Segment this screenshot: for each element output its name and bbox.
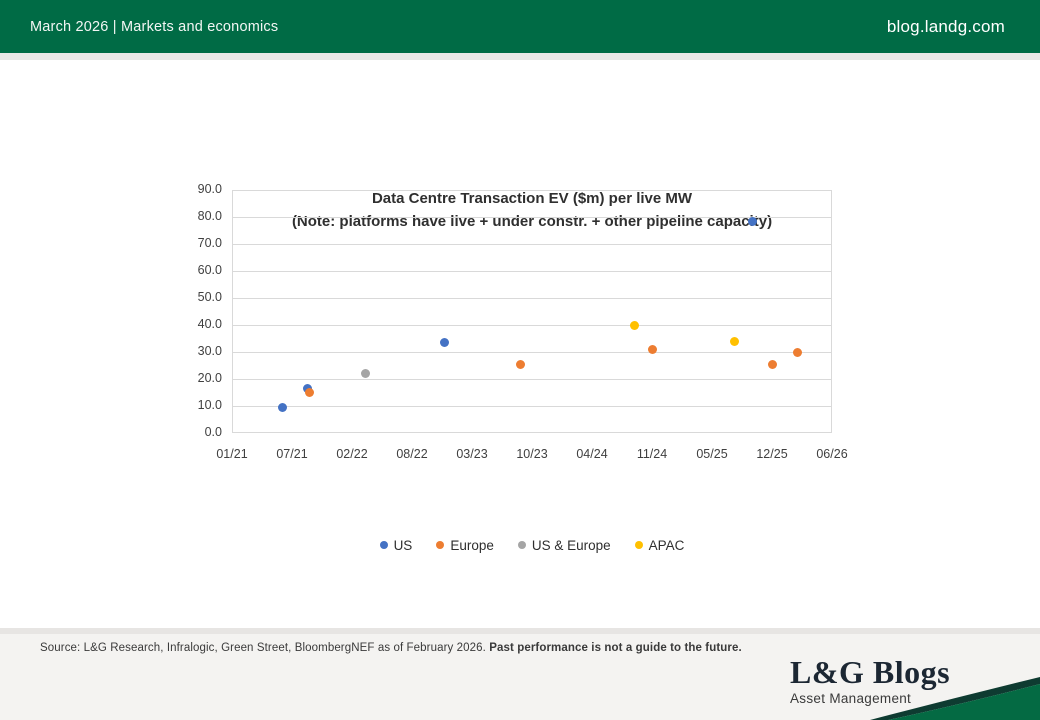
gridline bbox=[232, 325, 832, 326]
header-blog-url: blog.landg.com bbox=[886, 16, 1005, 36]
data-point-europe bbox=[767, 359, 777, 369]
x-axis-tick-label: 02/22 bbox=[336, 447, 368, 461]
data-point-us bbox=[277, 402, 287, 412]
data-point-europe bbox=[647, 344, 657, 354]
x-axis-tick-label: 08/22 bbox=[396, 447, 428, 461]
x-axis-tick-label: 04/24 bbox=[576, 447, 608, 461]
data-point-us-europe bbox=[360, 369, 370, 379]
x-axis-tick-label: 06/26 bbox=[816, 447, 848, 461]
legend-marker-us bbox=[379, 541, 388, 549]
chart-legend: US Europe US & Europe APAC bbox=[232, 536, 832, 554]
x-axis-tick-label: 03/23 bbox=[456, 447, 488, 461]
header-edition-label: March 2026 | Markets and economics bbox=[30, 18, 279, 35]
footer-bar: Source: L&G Research, Infralogic, Green … bbox=[0, 628, 1040, 720]
x-axis-tick-label: 12/25 bbox=[756, 447, 788, 461]
header-divider bbox=[0, 53, 1040, 60]
legend-marker-europe bbox=[436, 541, 445, 549]
y-axis-tick-label: 20.0 bbox=[197, 371, 222, 385]
legend-label-apac: APAC bbox=[648, 537, 685, 553]
data-point-europe bbox=[792, 347, 802, 357]
legend-marker-apac bbox=[634, 541, 643, 549]
gridline bbox=[232, 406, 832, 407]
plot-frame bbox=[232, 190, 832, 433]
x-axis-tick-label: 10/23 bbox=[516, 447, 548, 461]
data-point-europe bbox=[304, 388, 314, 397]
x-axis-tick-label: 01/21 bbox=[216, 447, 248, 461]
source-text: Source: L&G Research, Infralogic, Green … bbox=[40, 642, 490, 654]
gridline bbox=[232, 244, 832, 245]
legend-item-europe: Europe bbox=[436, 538, 494, 553]
legend-label-us-europe: US & Europe bbox=[531, 537, 611, 553]
gridline bbox=[232, 352, 832, 353]
y-axis-tick-label: 70.0 bbox=[197, 236, 222, 250]
data-point-us bbox=[747, 216, 757, 226]
legend-item-apac: APAC bbox=[634, 537, 685, 553]
y-axis-tick-label: 0.0 bbox=[204, 425, 222, 439]
chart-region: Data Centre Transaction EV ($m) per live… bbox=[0, 60, 1040, 630]
legend-item-us: US bbox=[379, 537, 413, 553]
source-line: Source: L&G Research, Infralogic, Green … bbox=[40, 642, 742, 654]
y-axis-tick-label: 60.0 bbox=[197, 263, 222, 277]
x-axis-tick-label: 07/21 bbox=[276, 447, 308, 461]
legend-label-us: US bbox=[393, 537, 413, 553]
y-axis-tick-label: 10.0 bbox=[197, 398, 222, 412]
green-corner-swoosh bbox=[870, 677, 1040, 720]
x-axis-tick-label: 11/24 bbox=[636, 447, 668, 461]
y-axis-tick-label: 30.0 bbox=[197, 344, 222, 358]
x-axis-tick-label: 05/25 bbox=[696, 447, 728, 461]
data-point-europe bbox=[516, 359, 526, 369]
y-axis-tick-label: 90.0 bbox=[197, 182, 222, 196]
data-point-apac bbox=[729, 336, 739, 346]
gridline bbox=[232, 271, 832, 272]
y-axis-tick-label: 50.0 bbox=[197, 290, 222, 304]
legend-marker-us-europe bbox=[517, 541, 526, 549]
legend-item-us-europe: US & Europe bbox=[517, 537, 611, 553]
y-axis-tick-label: 80.0 bbox=[197, 209, 222, 223]
gridline bbox=[232, 217, 832, 218]
y-axis-tick-label: 40.0 bbox=[197, 317, 222, 331]
past-performance-disclaimer: Past performance is not a guide to the f… bbox=[489, 642, 742, 654]
legend-label-europe: Europe bbox=[450, 537, 494, 553]
gridline bbox=[232, 298, 832, 299]
header-bar: March 2026 | Markets and economics blog.… bbox=[0, 0, 1040, 53]
gridline bbox=[232, 379, 832, 380]
data-point-apac bbox=[629, 320, 639, 330]
